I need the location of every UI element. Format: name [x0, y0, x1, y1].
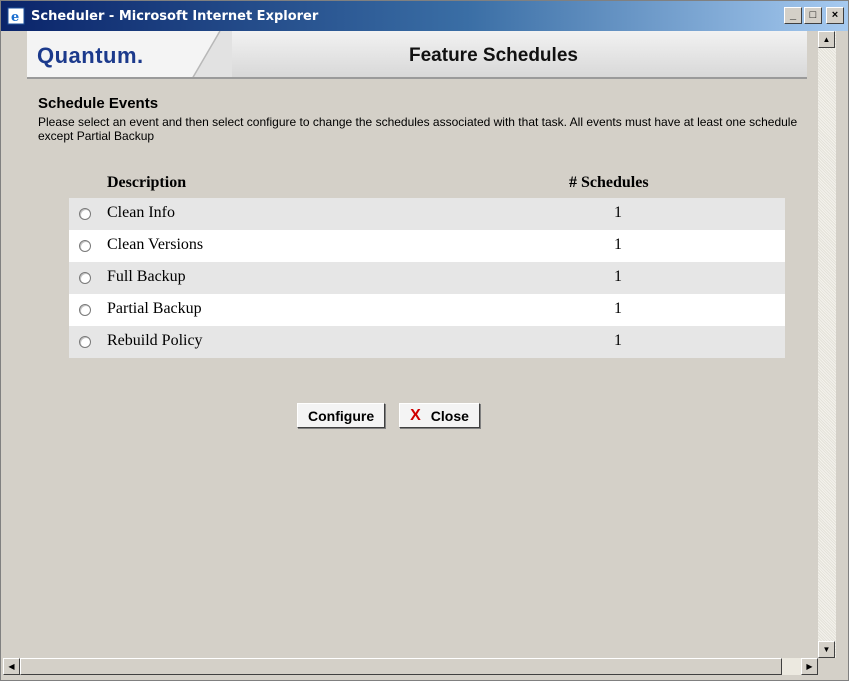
- maximize-button[interactable]: □: [804, 7, 822, 24]
- scrollbar-corner: [818, 658, 836, 675]
- configure-button-label: Configure: [308, 407, 375, 424]
- close-window-button[interactable]: ×: [826, 7, 844, 24]
- schedule-count: 1: [614, 236, 622, 253]
- event-radio[interactable]: [79, 272, 91, 284]
- event-radio[interactable]: [79, 240, 91, 252]
- table-row[interactable]: Full Backup 1: [69, 262, 785, 294]
- schedule-count: 1: [614, 332, 622, 349]
- minimize-button[interactable]: _: [784, 7, 802, 24]
- button-bar: Configure X Close: [297, 403, 480, 428]
- horizontal-scrollbar[interactable]: ◀ ▶: [3, 658, 818, 675]
- table-row[interactable]: Clean Info 1: [69, 198, 785, 230]
- scroll-down-icon[interactable]: ▼: [818, 641, 835, 658]
- svg-text:e: e: [11, 10, 19, 25]
- event-radio[interactable]: [79, 336, 91, 348]
- table-row[interactable]: Clean Versions 1: [69, 230, 785, 262]
- events-table: Description # Schedules Clean Info 1 Cle…: [69, 166, 785, 358]
- configure-button[interactable]: Configure: [297, 403, 386, 428]
- event-description: Clean Versions: [107, 236, 204, 253]
- page-title: Feature Schedules: [409, 45, 578, 66]
- event-radio[interactable]: [79, 208, 91, 220]
- close-icon: ×: [831, 9, 839, 21]
- table-header: Description # Schedules: [69, 166, 785, 198]
- instructions-text: Please select an event and then select c…: [38, 115, 798, 143]
- schedule-count: 1: [614, 204, 622, 221]
- table-row[interactable]: Partial Backup 1: [69, 294, 785, 326]
- column-header-description: Description: [107, 174, 187, 191]
- section-title: Schedule Events: [38, 95, 159, 112]
- maximize-icon: □: [809, 9, 817, 21]
- event-description: Partial Backup: [107, 300, 202, 317]
- banner-divider: [192, 31, 232, 77]
- scroll-left-icon[interactable]: ◀: [3, 658, 20, 675]
- window-title: Scheduler - Microsoft Internet Explorer: [31, 8, 319, 24]
- x-icon: X: [410, 406, 421, 424]
- scroll-right-icon[interactable]: ▶: [801, 658, 818, 675]
- ie-icon: e: [7, 7, 25, 25]
- horizontal-scroll-thumb[interactable]: [20, 658, 782, 675]
- browser-window: e Scheduler - Microsoft Internet Explore…: [0, 0, 849, 681]
- event-description: Clean Info: [107, 204, 175, 221]
- minimize-icon: _: [789, 9, 797, 21]
- schedule-count: 1: [614, 300, 622, 317]
- event-radio[interactable]: [79, 304, 91, 316]
- vertical-scrollbar[interactable]: ▲ ▼: [818, 31, 836, 658]
- schedule-count: 1: [614, 268, 622, 285]
- table-row[interactable]: Rebuild Policy 1: [69, 326, 785, 358]
- event-description: Full Backup: [107, 268, 186, 285]
- close-button-label: Close: [430, 407, 469, 424]
- close-button[interactable]: X Close: [399, 403, 480, 428]
- title-bar[interactable]: e Scheduler - Microsoft Internet Explore…: [1, 1, 848, 31]
- scroll-up-icon[interactable]: ▲: [818, 31, 835, 48]
- column-header-schedules: # Schedules: [569, 174, 649, 191]
- header-banner: Quantum. Feature Schedules: [27, 31, 807, 79]
- event-description: Rebuild Policy: [107, 332, 203, 349]
- quantum-logo: Quantum.: [37, 43, 144, 68]
